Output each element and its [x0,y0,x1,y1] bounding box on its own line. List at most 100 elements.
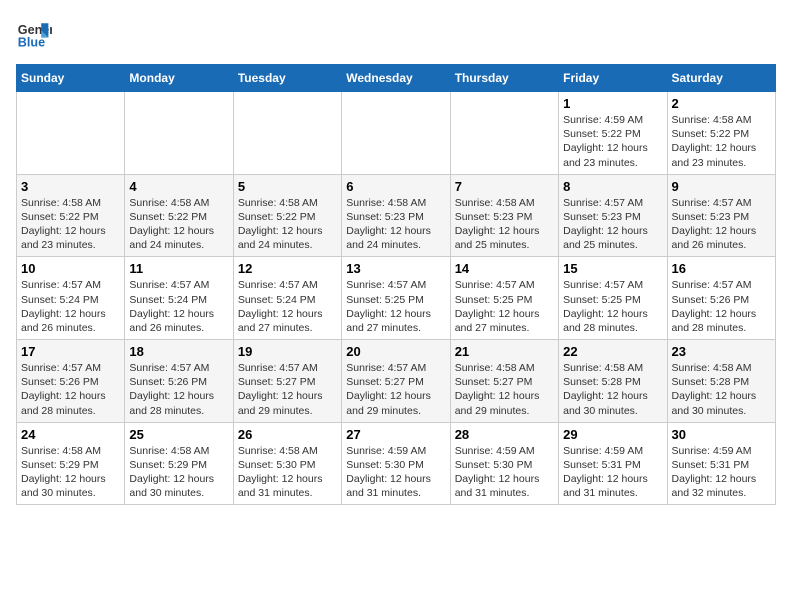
day-number: 18 [129,344,228,359]
calendar-cell: 7 Sunrise: 4:58 AM Sunset: 5:23 PM Daylig… [450,174,558,257]
calendar-cell [17,92,125,175]
calendar-cell: 23 Sunrise: 4:58 AM Sunset: 5:28 PM Dayli… [667,340,775,423]
calendar-cell: 10 Sunrise: 4:57 AM Sunset: 5:24 PM Dayli… [17,257,125,340]
calendar-cell: 2 Sunrise: 4:58 AM Sunset: 5:22 PM Daylig… [667,92,775,175]
calendar-cell: 9 Sunrise: 4:57 AM Sunset: 5:23 PM Daylig… [667,174,775,257]
weekday-header-row: SundayMondayTuesdayWednesdayThursdayFrid… [17,65,776,92]
day-info: Sunrise: 4:59 AM Sunset: 5:31 PM Dayligh… [672,444,771,501]
calendar-cell [450,92,558,175]
day-info: Sunrise: 4:58 AM Sunset: 5:23 PM Dayligh… [455,196,554,253]
day-info: Sunrise: 4:58 AM Sunset: 5:27 PM Dayligh… [455,361,554,418]
calendar-cell: 4 Sunrise: 4:58 AM Sunset: 5:22 PM Daylig… [125,174,233,257]
day-info: Sunrise: 4:59 AM Sunset: 5:30 PM Dayligh… [455,444,554,501]
day-number: 6 [346,179,445,194]
day-info: Sunrise: 4:58 AM Sunset: 5:22 PM Dayligh… [672,113,771,170]
weekday-header-wednesday: Wednesday [342,65,450,92]
day-number: 9 [672,179,771,194]
week-row-5: 24 Sunrise: 4:58 AM Sunset: 5:29 PM Dayli… [17,422,776,505]
page-header: General Blue [16,16,776,52]
day-info: Sunrise: 4:57 AM Sunset: 5:25 PM Dayligh… [346,278,445,335]
calendar-cell: 20 Sunrise: 4:57 AM Sunset: 5:27 PM Dayli… [342,340,450,423]
day-number: 25 [129,427,228,442]
day-info: Sunrise: 4:57 AM Sunset: 5:27 PM Dayligh… [238,361,337,418]
calendar-cell: 12 Sunrise: 4:57 AM Sunset: 5:24 PM Dayli… [233,257,341,340]
calendar-cell: 11 Sunrise: 4:57 AM Sunset: 5:24 PM Dayli… [125,257,233,340]
calendar-cell: 26 Sunrise: 4:58 AM Sunset: 5:30 PM Dayli… [233,422,341,505]
day-info: Sunrise: 4:58 AM Sunset: 5:28 PM Dayligh… [563,361,662,418]
calendar-cell: 8 Sunrise: 4:57 AM Sunset: 5:23 PM Daylig… [559,174,667,257]
day-number: 27 [346,427,445,442]
day-info: Sunrise: 4:57 AM Sunset: 5:25 PM Dayligh… [455,278,554,335]
day-number: 1 [563,96,662,111]
calendar-cell: 14Sunrise: 4:57 AM Sunset: 5:25 PM Dayli… [450,257,558,340]
day-number: 13 [346,261,445,276]
day-info: Sunrise: 4:58 AM Sunset: 5:29 PM Dayligh… [21,444,120,501]
calendar-cell: 19 Sunrise: 4:57 AM Sunset: 5:27 PM Dayli… [233,340,341,423]
day-info: Sunrise: 4:57 AM Sunset: 5:24 PM Dayligh… [129,278,228,335]
calendar-cell [125,92,233,175]
week-row-1: 1Sunrise: 4:59 AM Sunset: 5:22 PM Daylig… [17,92,776,175]
day-number: 17 [21,344,120,359]
day-number: 8 [563,179,662,194]
day-number: 7 [455,179,554,194]
day-info: Sunrise: 4:58 AM Sunset: 5:22 PM Dayligh… [21,196,120,253]
svg-text:Blue: Blue [18,36,45,50]
day-number: 24 [21,427,120,442]
logo: General Blue [16,16,52,52]
day-number: 30 [672,427,771,442]
calendar-cell: 28Sunrise: 4:59 AM Sunset: 5:30 PM Dayli… [450,422,558,505]
weekday-header-sunday: Sunday [17,65,125,92]
weekday-header-tuesday: Tuesday [233,65,341,92]
day-info: Sunrise: 4:58 AM Sunset: 5:23 PM Dayligh… [346,196,445,253]
calendar-table: SundayMondayTuesdayWednesdayThursdayFrid… [16,64,776,505]
calendar-cell: 25Sunrise: 4:58 AM Sunset: 5:29 PM Dayli… [125,422,233,505]
day-info: Sunrise: 4:58 AM Sunset: 5:22 PM Dayligh… [238,196,337,253]
calendar-cell: 17 Sunrise: 4:57 AM Sunset: 5:26 PM Dayli… [17,340,125,423]
day-info: Sunrise: 4:57 AM Sunset: 5:26 PM Dayligh… [21,361,120,418]
day-info: Sunrise: 4:58 AM Sunset: 5:30 PM Dayligh… [238,444,337,501]
weekday-header-friday: Friday [559,65,667,92]
calendar-cell: 6 Sunrise: 4:58 AM Sunset: 5:23 PM Daylig… [342,174,450,257]
day-number: 26 [238,427,337,442]
day-info: Sunrise: 4:57 AM Sunset: 5:26 PM Dayligh… [672,278,771,335]
day-number: 11 [129,261,228,276]
day-number: 19 [238,344,337,359]
calendar-cell: 13 Sunrise: 4:57 AM Sunset: 5:25 PM Dayli… [342,257,450,340]
day-number: 2 [672,96,771,111]
calendar-cell: 30 Sunrise: 4:59 AM Sunset: 5:31 PM Dayli… [667,422,775,505]
day-number: 12 [238,261,337,276]
calendar-cell [342,92,450,175]
calendar-cell: 24 Sunrise: 4:58 AM Sunset: 5:29 PM Dayli… [17,422,125,505]
day-number: 15 [563,261,662,276]
day-number: 10 [21,261,120,276]
day-info: Sunrise: 4:59 AM Sunset: 5:31 PM Dayligh… [563,444,662,501]
day-info: Sunrise: 4:57 AM Sunset: 5:24 PM Dayligh… [238,278,337,335]
weekday-header-saturday: Saturday [667,65,775,92]
day-number: 4 [129,179,228,194]
day-number: 16 [672,261,771,276]
day-info: Sunrise: 4:57 AM Sunset: 5:27 PM Dayligh… [346,361,445,418]
day-info: Sunrise: 4:58 AM Sunset: 5:28 PM Dayligh… [672,361,771,418]
day-info: Sunrise: 4:57 AM Sunset: 5:23 PM Dayligh… [672,196,771,253]
calendar-cell: 5Sunrise: 4:58 AM Sunset: 5:22 PM Daylig… [233,174,341,257]
calendar-cell [233,92,341,175]
week-row-2: 3 Sunrise: 4:58 AM Sunset: 5:22 PM Daylig… [17,174,776,257]
day-number: 23 [672,344,771,359]
day-info: Sunrise: 4:57 AM Sunset: 5:23 PM Dayligh… [563,196,662,253]
day-info: Sunrise: 4:59 AM Sunset: 5:30 PM Dayligh… [346,444,445,501]
calendar-cell: 15 Sunrise: 4:57 AM Sunset: 5:25 PM Dayli… [559,257,667,340]
calendar-cell: 16 Sunrise: 4:57 AM Sunset: 5:26 PM Dayli… [667,257,775,340]
day-info: Sunrise: 4:58 AM Sunset: 5:22 PM Dayligh… [129,196,228,253]
week-row-3: 10 Sunrise: 4:57 AM Sunset: 5:24 PM Dayli… [17,257,776,340]
calendar-cell: 1Sunrise: 4:59 AM Sunset: 5:22 PM Daylig… [559,92,667,175]
day-number: 20 [346,344,445,359]
day-number: 3 [21,179,120,194]
logo-icon: General Blue [16,16,52,52]
day-info: Sunrise: 4:57 AM Sunset: 5:25 PM Dayligh… [563,278,662,335]
calendar-cell: 22 Sunrise: 4:58 AM Sunset: 5:28 PM Dayli… [559,340,667,423]
day-number: 21 [455,344,554,359]
day-info: Sunrise: 4:57 AM Sunset: 5:24 PM Dayligh… [21,278,120,335]
calendar-cell: 3 Sunrise: 4:58 AM Sunset: 5:22 PM Daylig… [17,174,125,257]
day-number: 22 [563,344,662,359]
weekday-header-monday: Monday [125,65,233,92]
